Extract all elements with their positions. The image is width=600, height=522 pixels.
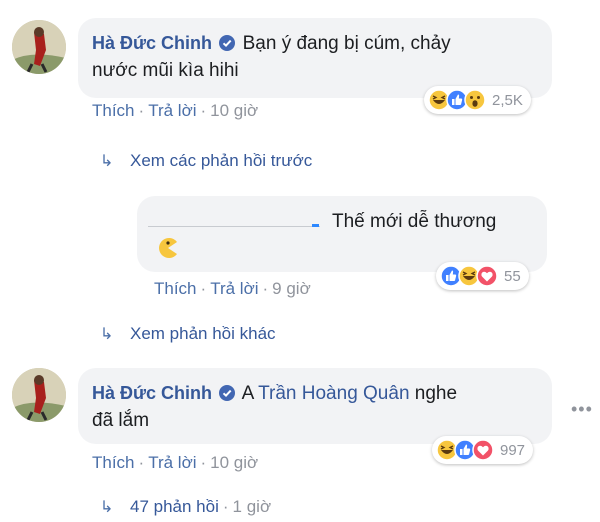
comment-body: Hà Đức Chinh Bạn ý đang bị cúm, chảy nướ… <box>92 30 542 84</box>
verified-badge-icon <box>219 35 236 51</box>
reply-arrow-icon: ↳ <box>100 499 114 516</box>
reply-arrow-icon: ↳ <box>100 326 114 343</box>
separator-dot: · <box>138 453 145 472</box>
wow-icon <box>464 89 486 111</box>
reply-actions: Thích · Trả lời · 9 giờ <box>154 279 311 299</box>
reaction-count: 997 <box>500 441 526 459</box>
comment-time[interactable]: 10 giờ <box>210 101 258 120</box>
reaction-summary[interactable]: 2,5K <box>424 86 531 114</box>
pacman-emoji-icon <box>156 236 180 265</box>
separator-dot: · <box>200 453 207 472</box>
more-options-icon[interactable]: ••• <box>571 399 593 420</box>
reaction-count: 55 <box>504 267 521 285</box>
reaction-summary[interactable]: 997 <box>432 436 534 464</box>
comment-text-line2: nước mũi kìa hihi <box>92 60 239 81</box>
reaction-count: 2,5K <box>492 91 523 109</box>
mention-link[interactable]: Trần Hoàng Quân <box>258 383 409 404</box>
verified-badge-icon <box>219 385 236 401</box>
reply-text: Thế mới dễ thương <box>332 211 497 232</box>
comment-time[interactable]: 10 giờ <box>210 453 258 472</box>
reply-link[interactable]: Trả lời <box>148 453 196 472</box>
separator-dot: · <box>138 101 145 120</box>
separator-dot: · <box>222 497 229 516</box>
comment-text-prefix: A <box>241 383 259 404</box>
comment-actions: Thích · Trả lời · 10 giờ <box>92 453 258 473</box>
separator-dot: · <box>200 279 207 298</box>
avatar[interactable] <box>12 20 66 74</box>
redacted-author-tick <box>312 224 319 227</box>
reply-link[interactable]: Trả lời <box>148 101 196 120</box>
separator-dot: · <box>200 101 207 120</box>
view-replies-link[interactable]: ↳ 47 phản hồi · 1 giờ <box>100 497 271 517</box>
previous-replies-link[interactable]: ↳ Xem các phản hồi trước <box>100 151 312 171</box>
other-replies-label: Xem phản hồi khác <box>130 324 276 343</box>
comment-actions: Thích · Trả lời · 10 giờ <box>92 101 258 121</box>
comment-author[interactable]: Hà Đức Chinh <box>92 33 212 53</box>
reaction-summary[interactable]: 55 <box>436 262 529 290</box>
love-icon <box>476 265 498 287</box>
comment-body: Hà Đức Chinh A Trần Hoàng Quân nghe đã l… <box>92 380 542 434</box>
reply-time[interactable]: 9 giờ <box>272 279 311 298</box>
like-link[interactable]: Thích <box>92 453 135 472</box>
replies-count: 47 phản hồi <box>130 497 219 516</box>
comment-author[interactable]: Hà Đức Chinh <box>92 383 212 403</box>
like-link[interactable]: Thích <box>92 101 135 120</box>
avatar[interactable] <box>12 368 66 422</box>
separator-dot: · <box>262 279 269 298</box>
reply-arrow-icon: ↳ <box>100 153 114 170</box>
redacted-author-name[interactable] <box>148 210 320 227</box>
replies-time: 1 giờ <box>232 497 272 516</box>
comment-text-suffix: nghe <box>409 383 458 404</box>
reply-link[interactable]: Trả lời <box>210 279 258 298</box>
previous-replies-label: Xem các phản hồi trước <box>130 151 313 170</box>
comment-text-line2: đã lắm <box>92 410 150 431</box>
other-replies-link[interactable]: ↳ Xem phản hồi khác <box>100 324 276 344</box>
love-icon <box>472 439 494 461</box>
comment-text-line1: Bạn ý đang bị cúm, chảy <box>242 33 451 54</box>
reply-avatar[interactable] <box>88 200 128 240</box>
like-link[interactable]: Thích <box>154 279 197 298</box>
